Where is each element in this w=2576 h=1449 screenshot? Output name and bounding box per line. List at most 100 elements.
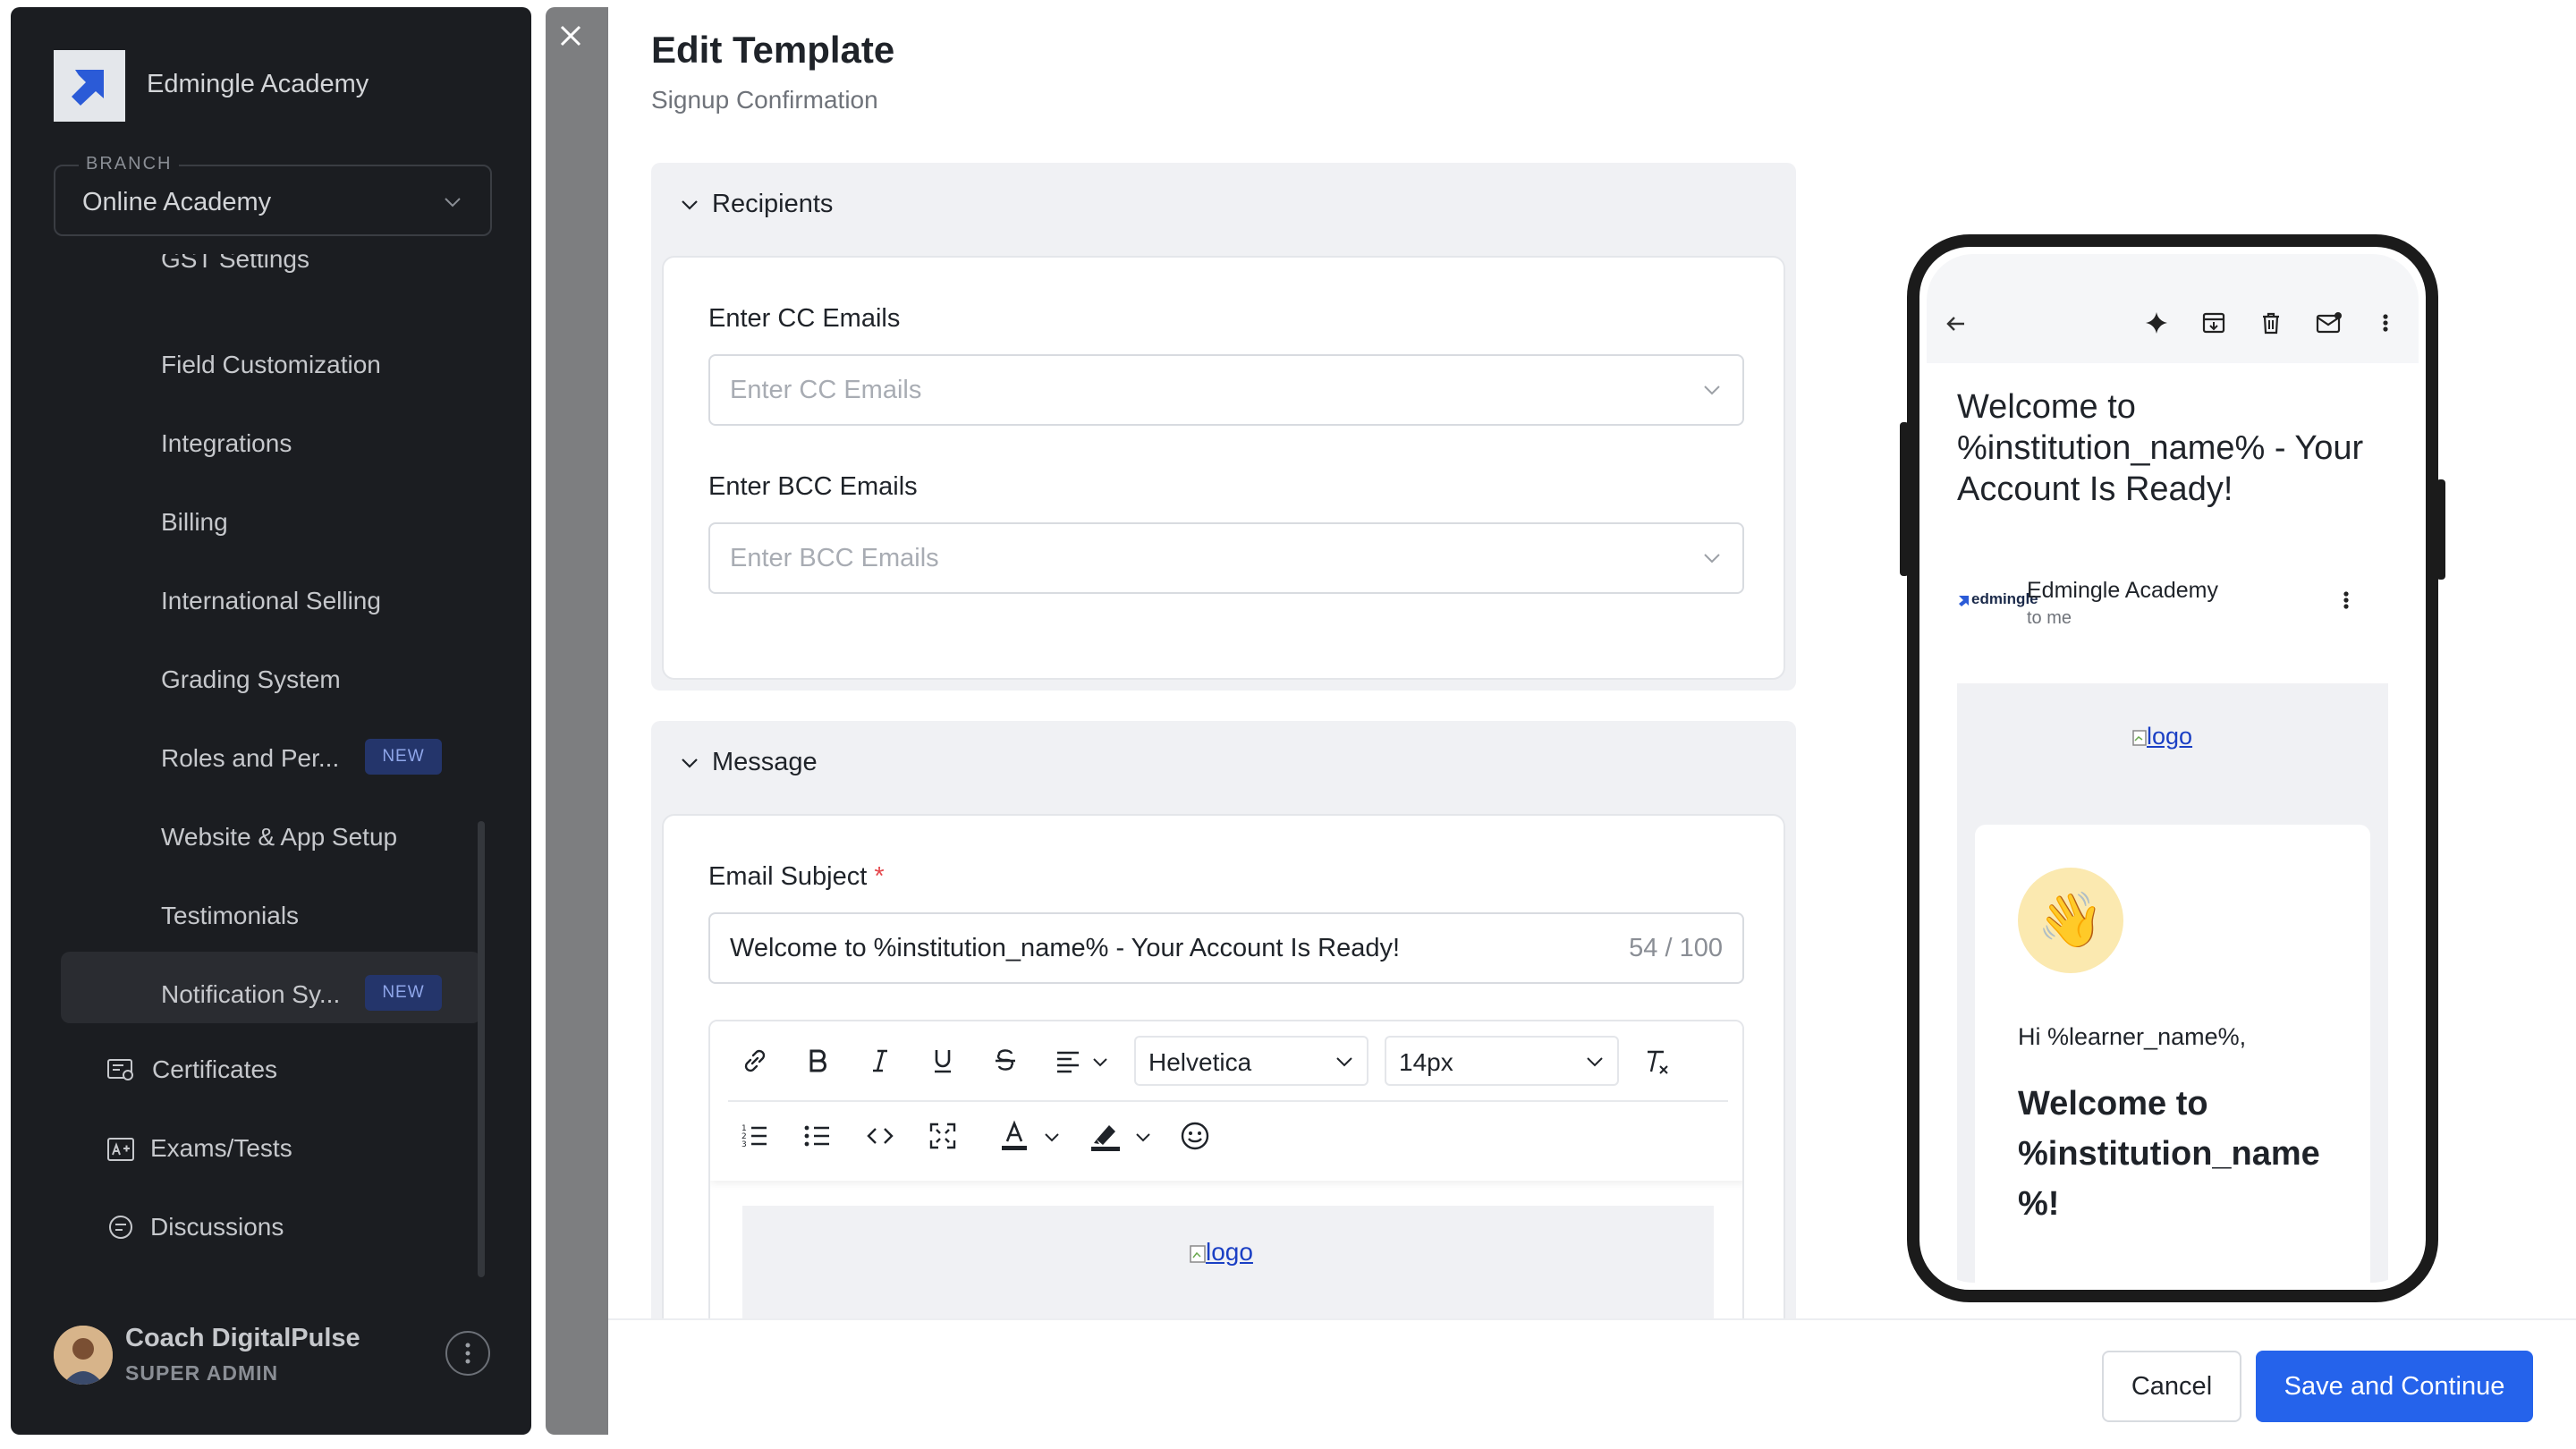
cancel-button[interactable]: Cancel xyxy=(2102,1351,2241,1422)
sidebar-scrollbar[interactable] xyxy=(478,821,485,1277)
chevron-down-icon xyxy=(1704,554,1720,564)
chevron-down-icon[interactable] xyxy=(680,753,699,773)
message-heading[interactable]: Message xyxy=(712,748,818,777)
font-size-select[interactable]: 14px xyxy=(1385,1036,1619,1086)
align-icon[interactable] xyxy=(1048,1041,1088,1080)
font-family-value: Helvetica xyxy=(1148,1048,1252,1076)
chevron-down-icon xyxy=(1587,1057,1603,1067)
exam-icon xyxy=(107,1138,134,1161)
greeting-text: Hi %learner_name%, xyxy=(2018,1023,2247,1050)
font-size-value: 14px xyxy=(1399,1048,1453,1076)
chevron-down-icon[interactable] xyxy=(1091,1055,1109,1070)
new-badge: NEW xyxy=(365,739,442,775)
cc-placeholder: Enter CC Emails xyxy=(730,376,922,404)
mark-unread-icon xyxy=(2316,312,2342,334)
sparkle-icon xyxy=(2146,312,2167,334)
email-preview-body: logo 👋 Hi %learner_name%, Welcome to %in… xyxy=(1957,683,2388,1283)
archive-icon xyxy=(2202,312,2225,334)
email-preview-card: 👋 Hi %learner_name%, Welcome to %institu… xyxy=(1975,825,2370,1283)
sidebar-item-notification-system[interactable]: Notification Sy... xyxy=(161,980,340,1009)
subject-label: Email Subject * xyxy=(708,862,885,892)
sidebar-section-discussions[interactable]: Discussions xyxy=(150,1213,284,1241)
highlight-icon[interactable] xyxy=(1086,1116,1125,1156)
strikethrough-icon[interactable] xyxy=(986,1041,1025,1080)
bcc-email-select[interactable]: Enter BCC Emails xyxy=(708,522,1744,594)
branch-select[interactable]: BRANCH Online Academy xyxy=(54,154,492,236)
email-preview-title: Welcome to %institution_name% - Your Acc… xyxy=(1957,388,2364,508)
sidebar-item-website-app-setup[interactable]: Website & App Setup xyxy=(161,823,397,852)
trash-icon xyxy=(2263,312,2279,335)
avatar[interactable] xyxy=(54,1326,113,1385)
cc-email-select[interactable]: Enter CC Emails xyxy=(708,354,1744,426)
modal-footer: Cancel Save and Continue xyxy=(608,1318,2576,1449)
bcc-placeholder: Enter BCC Emails xyxy=(730,544,939,572)
bold-icon[interactable] xyxy=(798,1041,837,1080)
sidebar-item-roles[interactable]: Roles and Per... xyxy=(161,744,339,773)
close-icon[interactable] xyxy=(553,18,589,54)
page-title: Edit Template xyxy=(651,29,895,71)
fullscreen-icon[interactable] xyxy=(923,1116,962,1156)
editor-toolbar: Helvetica 14px 123 xyxy=(710,1021,1742,1181)
logo-image: logo xyxy=(2132,723,2192,750)
bcc-label: Enter BCC Emails xyxy=(708,472,918,501)
sidebar-item-grading-system[interactable]: Grading System xyxy=(161,665,341,694)
academy-logo[interactable] xyxy=(54,50,125,122)
edit-template-modal: Edit Template Signup Confirmation Recipi… xyxy=(608,0,2576,1449)
link-icon[interactable] xyxy=(735,1041,775,1080)
save-and-continue-button[interactable]: Save and Continue xyxy=(2256,1351,2533,1422)
discussion-icon xyxy=(109,1216,132,1239)
bullet-list-icon[interactable] xyxy=(798,1116,837,1156)
chevron-down-icon[interactable] xyxy=(1134,1131,1152,1145)
cc-label: Enter CC Emails xyxy=(708,304,901,333)
wave-emoji: 👋 xyxy=(2018,868,2123,973)
email-subject-input[interactable]: Welcome to %institution_name% - Your Acc… xyxy=(708,912,1744,984)
logo-image: logo xyxy=(1190,1238,1253,1267)
recipients-card: Enter CC Emails Enter CC Emails Enter BC… xyxy=(662,256,1785,680)
mail-app-toolbar xyxy=(1927,254,2419,363)
sidebar-item-billing[interactable]: Billing xyxy=(161,508,228,537)
user-name: Coach DigitalPulse xyxy=(125,1324,360,1352)
broken-image-icon xyxy=(1190,1244,1206,1263)
sidebar-item-gst-settings[interactable]: GST Settings xyxy=(161,254,309,274)
toolbar-divider xyxy=(728,1100,1728,1102)
clear-format-icon[interactable] xyxy=(1637,1041,1676,1080)
sidebar-item-testimonials[interactable]: Testimonials xyxy=(161,902,299,930)
phone-screen: Welcome to %institution_name% - Your Acc… xyxy=(1927,254,2419,1283)
phone-preview: Welcome to %institution_name% - Your Acc… xyxy=(1907,234,2438,1302)
back-arrow-icon xyxy=(1946,317,1964,331)
subject-value: Welcome to %institution_name% - Your Acc… xyxy=(730,934,1401,962)
chevron-down-icon[interactable] xyxy=(1043,1131,1061,1145)
subject-char-count: 54 / 100 xyxy=(1629,934,1723,962)
emoji-icon[interactable] xyxy=(1175,1116,1215,1156)
brand-name: Edmingle Academy xyxy=(147,70,369,98)
more-options-icon[interactable] xyxy=(445,1331,490,1376)
more-vert-icon xyxy=(2383,314,2388,332)
italic-icon[interactable] xyxy=(860,1041,900,1080)
user-role: SUPER ADMIN xyxy=(125,1361,279,1385)
chevron-down-icon xyxy=(1704,386,1720,395)
text-color-icon[interactable] xyxy=(995,1116,1034,1156)
logo-alt-text: logo xyxy=(1206,1238,1253,1266)
sidebar: Edmingle Academy BRANCH Online Academy G… xyxy=(11,7,531,1435)
chevron-down-icon xyxy=(1336,1057,1352,1067)
underline-icon[interactable] xyxy=(923,1041,962,1080)
sender-to: to me xyxy=(2027,608,2072,628)
font-family-select[interactable]: Helvetica xyxy=(1134,1036,1368,1086)
sidebar-section-exams[interactable]: Exams/Tests xyxy=(150,1134,292,1163)
required-mark: * xyxy=(874,862,885,891)
sidebar-item-integrations[interactable]: Integrations xyxy=(161,429,292,458)
sidebar-item-field-customization[interactable]: Field Customization xyxy=(161,351,381,379)
svg-text:3: 3 xyxy=(741,1140,747,1149)
branch-value: Online Academy xyxy=(82,188,272,216)
code-icon[interactable] xyxy=(860,1116,900,1156)
broken-image-icon xyxy=(2132,730,2147,746)
chevron-down-icon[interactable] xyxy=(680,195,699,215)
recipients-heading[interactable]: Recipients xyxy=(712,190,833,219)
sidebar-item-international-selling[interactable]: International Selling xyxy=(161,587,381,615)
certificate-icon xyxy=(107,1059,133,1080)
ordered-list-icon[interactable]: 123 xyxy=(735,1116,775,1156)
more-vert-icon xyxy=(2343,591,2349,609)
sidebar-section-certificates[interactable]: Certificates xyxy=(152,1055,277,1084)
chevron-down-icon xyxy=(445,198,461,208)
branch-label: BRANCH xyxy=(79,154,180,174)
